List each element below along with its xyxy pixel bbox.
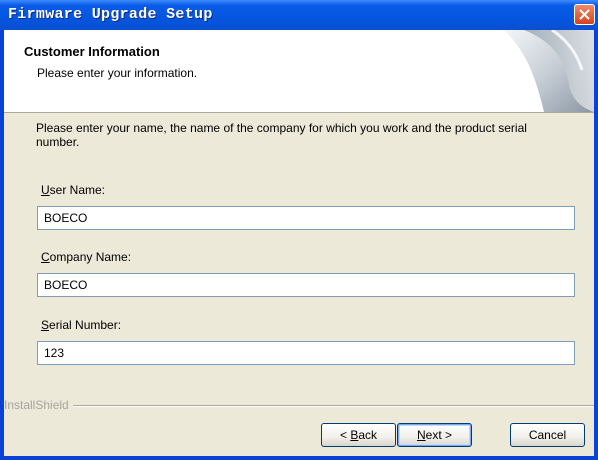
header-panel: Customer Information Please enter your i… xyxy=(4,30,594,113)
cancel-button[interactable]: Cancel xyxy=(510,423,585,447)
close-icon xyxy=(579,9,590,20)
header-subtitle: Please enter your information. xyxy=(37,66,198,80)
window-title: Firmware Upgrade Setup xyxy=(8,6,213,23)
header-title: Customer Information xyxy=(24,44,160,59)
user-name-input[interactable]: BOECO xyxy=(37,206,575,230)
next-button[interactable]: Next > xyxy=(397,423,472,447)
serial-number-label: Serial Number: xyxy=(41,318,122,332)
title-bar[interactable]: Firmware Upgrade Setup xyxy=(0,0,598,30)
installshield-brand: InstallShield xyxy=(4,398,73,412)
instructions-text: Please enter your name, the name of the … xyxy=(36,121,527,149)
installshield-page-curl-icon xyxy=(504,30,594,112)
close-button[interactable] xyxy=(574,4,595,25)
serial-number-input[interactable]: 123 xyxy=(37,341,575,365)
back-button[interactable]: < Back xyxy=(321,423,396,447)
company-name-label: Company Name: xyxy=(41,250,132,264)
footer-divider xyxy=(4,405,594,407)
company-name-input[interactable]: BOECO xyxy=(37,273,575,297)
user-name-label: User Name: xyxy=(41,183,106,197)
